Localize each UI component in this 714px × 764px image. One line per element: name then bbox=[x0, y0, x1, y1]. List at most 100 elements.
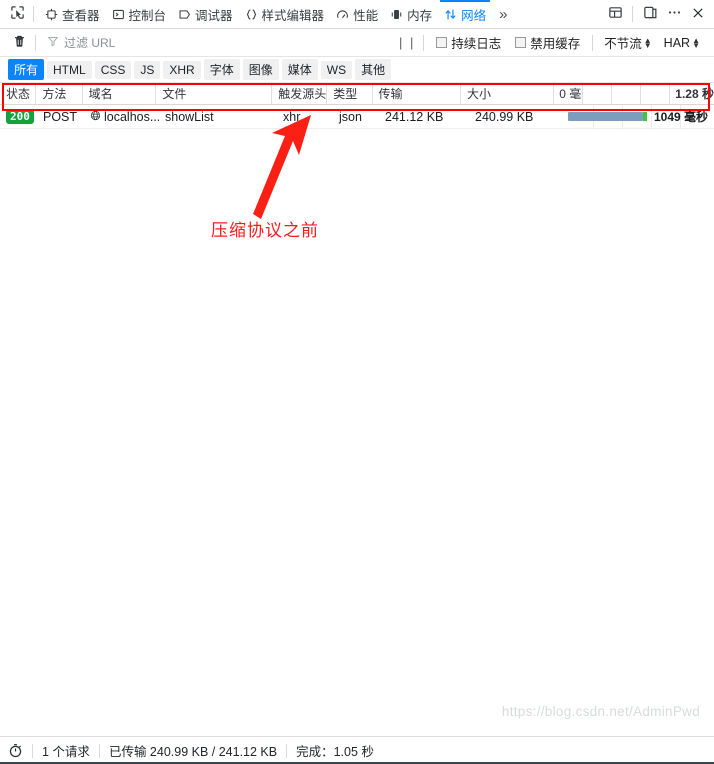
cell-timeline: 1049 毫秒 bbox=[564, 104, 714, 129]
tab-debugger[interactable]: 调试器 bbox=[172, 0, 239, 28]
request-count: 1 个请求 bbox=[42, 745, 90, 759]
net-toolbar-divider-3 bbox=[592, 34, 594, 51]
net-toolbar-divider-1 bbox=[35, 34, 36, 51]
clear-requests-button[interactable] bbox=[8, 32, 30, 54]
tab-memory-label: 内存 bbox=[407, 8, 433, 23]
timeline-tick-3 bbox=[641, 83, 671, 104]
watermark: https://blog.csdn.net/AdminPwd bbox=[501, 704, 700, 719]
tab-memory[interactable]: 内存 bbox=[384, 0, 438, 28]
cell-method: POST bbox=[37, 110, 84, 124]
split-console-icon bbox=[608, 5, 623, 23]
pause-icon: | | bbox=[399, 35, 416, 50]
column-header-status[interactable]: 状态 bbox=[0, 83, 37, 104]
tab-console[interactable]: 控制台 bbox=[106, 0, 173, 28]
element-picker-button[interactable] bbox=[6, 3, 28, 25]
filter-media-label: 媒体 bbox=[287, 63, 312, 77]
tab-network[interactable]: 网络 bbox=[438, 0, 492, 28]
column-header-type[interactable]: 类型 bbox=[327, 83, 373, 104]
column-header-file[interactable]: 文件 bbox=[156, 83, 273, 104]
filter-other-label: 其他 bbox=[361, 63, 386, 77]
throttling-dropdown[interactable]: 不节流 ▲ ▼ bbox=[598, 33, 657, 52]
toolbar-overflow-button[interactable]: » bbox=[492, 7, 514, 22]
tab-debugger-label: 调试器 bbox=[195, 8, 233, 23]
meatball-menu-button[interactable] bbox=[662, 2, 686, 26]
column-header-domain[interactable]: 域名 bbox=[83, 83, 157, 104]
filter-all[interactable]: 所有 bbox=[8, 59, 45, 80]
filter-xhr[interactable]: XHR bbox=[163, 60, 201, 79]
element-picker-icon bbox=[10, 5, 25, 23]
memory-icon bbox=[390, 8, 403, 21]
filter-css[interactable]: CSS bbox=[94, 60, 132, 79]
disable-cache-box[interactable] bbox=[515, 37, 527, 48]
console-icon bbox=[112, 8, 125, 21]
filter-other[interactable]: 其他 bbox=[355, 59, 392, 80]
requests-table: 状态 方法 域名 文件 触发源头 类型 传输 大小 0 毫秒 1.28 秒 20… bbox=[0, 83, 714, 736]
network-status-bar: 1 个请求 已传输 240.99 KB / 241.12 KB 完成：1.05 … bbox=[0, 736, 714, 764]
tab-inspector[interactable]: 查看器 bbox=[39, 0, 106, 28]
pause-recording-button[interactable]: | | bbox=[396, 35, 418, 50]
funnel-icon bbox=[47, 35, 59, 50]
status-divider-1 bbox=[32, 743, 33, 758]
status-divider-3 bbox=[286, 743, 288, 758]
close-devtools-button[interactable] bbox=[686, 2, 710, 26]
tab-performance-label: 性能 bbox=[353, 8, 379, 23]
column-header-timeline[interactable]: 0 毫秒 1.28 秒 bbox=[554, 83, 714, 104]
timeline-tick-2 bbox=[612, 83, 642, 104]
tab-style-editor[interactable]: 样式编辑器 bbox=[239, 0, 331, 28]
filter-js[interactable]: JS bbox=[134, 60, 161, 79]
dock-position-icon bbox=[643, 5, 658, 23]
tab-performance[interactable]: 性能 bbox=[330, 0, 384, 28]
chevron-double-right-icon: » bbox=[499, 5, 508, 23]
filter-image[interactable]: 图像 bbox=[242, 59, 279, 80]
filter-media[interactable]: 媒体 bbox=[281, 59, 318, 80]
type-filter-bar: 所有 HTML CSS JS XHR 字体 图像 媒体 WS 其他 bbox=[0, 57, 714, 83]
split-console-button[interactable] bbox=[603, 2, 627, 26]
meatball-menu-icon bbox=[667, 5, 682, 23]
persist-logs-checkbox[interactable]: 持续日志 bbox=[429, 33, 508, 52]
filter-url-input[interactable]: 过滤 URL bbox=[41, 33, 396, 53]
filter-css-label: CSS bbox=[100, 62, 126, 77]
style-editor-icon bbox=[245, 8, 258, 21]
filter-url-placeholder: 过滤 URL bbox=[64, 36, 116, 50]
method-label: POST bbox=[43, 109, 78, 124]
column-header-initiator[interactable]: 触发源头 bbox=[272, 83, 328, 104]
initiator-label: xhr bbox=[283, 109, 301, 124]
toolbar-divider bbox=[33, 6, 34, 22]
network-icon bbox=[444, 8, 457, 21]
cell-file: showList bbox=[159, 110, 277, 124]
transferred-summary: 已传输 240.99 KB / 241.12 KB bbox=[108, 745, 278, 759]
inspector-icon bbox=[45, 8, 58, 21]
filter-font[interactable]: 字体 bbox=[203, 59, 240, 80]
cell-transferred: 241.12 KB bbox=[379, 110, 469, 124]
filter-image-label: 图像 bbox=[248, 63, 273, 77]
dock-position-button[interactable] bbox=[638, 2, 662, 26]
persist-logs-box[interactable] bbox=[436, 37, 448, 48]
file-label: showList bbox=[165, 109, 214, 124]
filter-html[interactable]: HTML bbox=[47, 60, 92, 79]
chevron-updown-icon-har: ▲ ▼ bbox=[692, 35, 700, 50]
har-dropdown[interactable]: HAR ▲ ▼ bbox=[658, 36, 706, 50]
chevron-updown-icon: ▲ ▼ bbox=[643, 35, 652, 50]
disable-cache-checkbox[interactable]: 禁用缓存 bbox=[508, 33, 587, 52]
column-header-transferred[interactable]: 传输 bbox=[373, 83, 461, 104]
stopwatch-icon bbox=[8, 743, 23, 758]
cell-initiator: xhr bbox=[277, 110, 333, 124]
cell-type: json bbox=[333, 110, 379, 124]
timeline-tick-4: 1.28 秒 bbox=[675, 87, 714, 101]
type-label: json bbox=[339, 109, 362, 124]
column-header-size[interactable]: 大小 bbox=[461, 83, 555, 104]
toolbar-divider-right bbox=[632, 6, 633, 22]
debugger-icon bbox=[178, 8, 191, 21]
status-divider-2 bbox=[98, 743, 100, 758]
finish-time: 完成：1.05 秒 bbox=[296, 745, 374, 759]
timeline-bar bbox=[568, 111, 643, 121]
table-row[interactable]: 200 POST localhos... showList xhr json 2… bbox=[0, 104, 714, 129]
filter-ws[interactable]: WS bbox=[320, 60, 353, 79]
close-icon bbox=[691, 6, 705, 23]
cell-domain: localhos... bbox=[84, 110, 159, 124]
column-header-method[interactable]: 方法 bbox=[36, 83, 83, 104]
filter-xhr-label: XHR bbox=[169, 62, 195, 77]
tab-network-label: 网络 bbox=[461, 8, 487, 23]
timeline-gridline-3 bbox=[651, 104, 652, 129]
tab-style-editor-label: 样式编辑器 bbox=[261, 8, 325, 23]
